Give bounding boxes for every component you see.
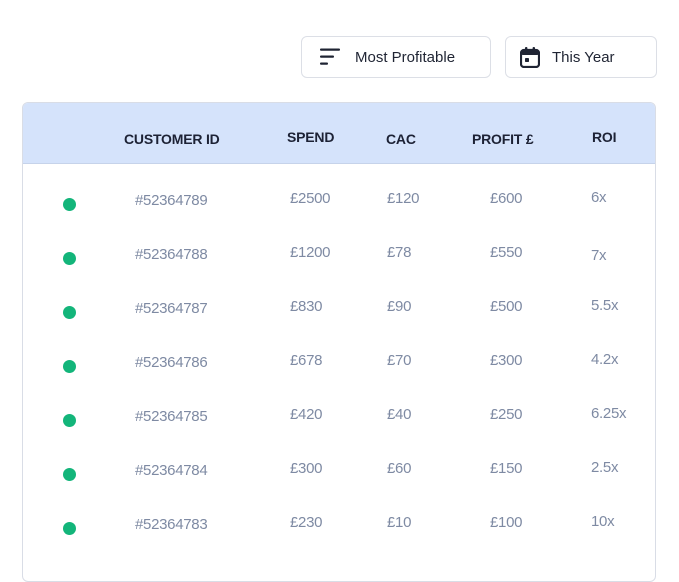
roi-cell: 2.5x	[591, 459, 619, 476]
cac-cell: £70	[387, 352, 412, 369]
date-range-button[interactable]: This Year	[505, 36, 657, 78]
status-dot	[63, 522, 76, 535]
column-header-cac[interactable]: CAC	[386, 131, 416, 147]
roi-cell: 7x	[591, 247, 607, 264]
cac-cell: £10	[387, 514, 412, 531]
table-row[interactable]: #52364789 £2500 £120 £600 6x	[23, 171, 655, 225]
spend-cell: £300	[290, 460, 323, 477]
profit-cell: £550	[490, 244, 523, 261]
table-row[interactable]: #52364784 £300 £60 £150 2.5x	[23, 441, 655, 495]
table-row[interactable]: #52364788 £1200 £78 £550 7x	[23, 225, 655, 279]
sort-label: Most Profitable	[355, 48, 456, 66]
spend-cell: £2500	[290, 190, 331, 207]
column-header-roi[interactable]: ROI	[592, 129, 616, 145]
table-row[interactable]: #52364787 £830 £90 £500 5.5x	[23, 279, 655, 333]
profit-cell: £150	[490, 460, 523, 477]
customer-id-cell: #52364783	[135, 516, 208, 533]
roi-cell: 10x	[591, 513, 615, 530]
profit-cell: £250	[490, 406, 523, 423]
column-header-spend[interactable]: SPEND	[287, 129, 334, 145]
status-dot	[63, 306, 76, 319]
roi-cell: 6x	[591, 189, 607, 206]
status-dot	[63, 468, 76, 481]
customer-table: CUSTOMER ID SPEND CAC PROFIT £ ROI #5236…	[22, 102, 656, 582]
roi-cell: 6.25x	[591, 405, 627, 422]
calendar-icon	[520, 46, 540, 68]
spend-cell: £1200	[290, 244, 331, 261]
cac-cell: £90	[387, 298, 412, 315]
cac-cell: £120	[387, 190, 420, 207]
table-row[interactable]: #52364786 £678 £70 £300 4.2x	[23, 333, 655, 387]
table-row[interactable]: #52364783 £230 £10 £100 10x	[23, 495, 655, 549]
profit-cell: £500	[490, 298, 523, 315]
roi-cell: 4.2x	[591, 351, 619, 368]
customer-id-cell: #52364784	[135, 462, 208, 479]
profit-cell: £600	[490, 190, 523, 207]
customer-id-cell: #52364788	[135, 246, 208, 263]
spend-cell: £230	[290, 514, 323, 531]
profit-cell: £100	[490, 514, 523, 531]
spend-cell: £420	[290, 406, 323, 423]
column-header-profit[interactable]: PROFIT £	[472, 131, 534, 147]
spend-cell: £678	[290, 352, 323, 369]
cac-cell: £78	[387, 244, 412, 261]
date-range-label: This Year	[552, 48, 615, 66]
profit-cell: £300	[490, 352, 523, 369]
table-row[interactable]: #52364785 £420 £40 £250 6.25x	[23, 387, 655, 441]
roi-cell: 5.5x	[591, 297, 619, 314]
spend-cell: £830	[290, 298, 323, 315]
column-header-customer-id[interactable]: CUSTOMER ID	[124, 131, 220, 147]
customer-id-cell: #52364789	[135, 192, 208, 209]
cac-cell: £40	[387, 406, 412, 423]
customer-id-cell: #52364787	[135, 300, 208, 317]
status-dot	[63, 198, 76, 211]
sort-dropdown-button[interactable]: Most Profitable	[301, 36, 491, 78]
table-header: CUSTOMER ID SPEND CAC PROFIT £ ROI	[23, 103, 655, 164]
status-dot	[63, 252, 76, 265]
status-dot	[63, 414, 76, 427]
customer-id-cell: #52364785	[135, 408, 208, 425]
status-dot	[63, 360, 76, 373]
sort-lines-icon	[320, 47, 341, 67]
customer-id-cell: #52364786	[135, 354, 208, 371]
cac-cell: £60	[387, 460, 412, 477]
